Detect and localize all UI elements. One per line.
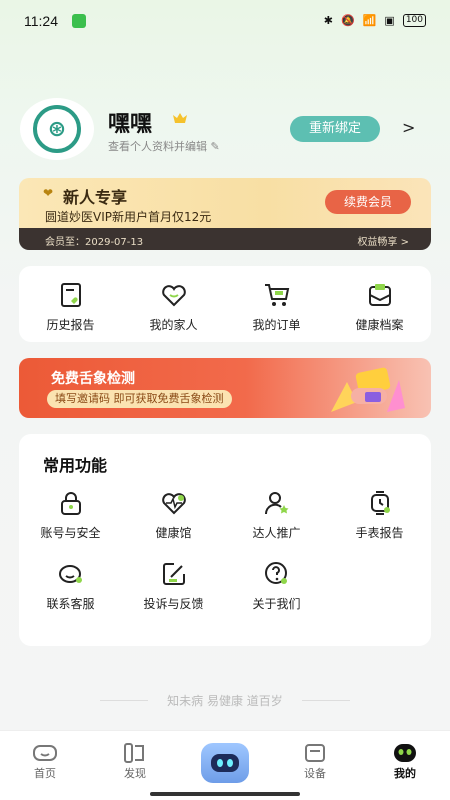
discover-icon <box>122 741 148 765</box>
quick-item-history-report[interactable]: 历史报告 <box>19 266 122 342</box>
rebind-button[interactable]: 重新绑定 <box>290 116 380 142</box>
tab-label: 首页 <box>34 767 56 780</box>
vip-badge-icon: ❤ <box>43 186 54 200</box>
quick-item-health-archive[interactable]: 健康档案 <box>328 266 431 342</box>
func-about-us[interactable]: 关于我们 <box>225 559 328 612</box>
tab-device[interactable]: 设备 <box>270 731 360 800</box>
username: 嘿嘿 <box>108 112 153 137</box>
promoter-icon <box>262 488 292 518</box>
vip-card-bottom: 会员至：2029-07-13 权益畅享 > <box>19 228 431 250</box>
chevron-right-icon[interactable]: > <box>402 118 415 137</box>
vip-card-top: ❤ 新人专享 圆道妙医VIP新用户首月仅12元 续费会员 <box>19 178 431 228</box>
device-icon <box>302 741 328 765</box>
common-functions-card: 常用功能 账号与安全 健康馆 达人推广 手表报告 联系客服 投诉与反馈 关于我们 <box>19 434 431 646</box>
functions-grid: 账号与安全 健康馆 达人推广 手表报告 联系客服 投诉与反馈 关于我们 <box>19 488 431 612</box>
tab-home[interactable]: 首页 <box>0 731 90 800</box>
quick-item-my-family[interactable]: 我的家人 <box>122 266 225 342</box>
tongue-detection-banner[interactable]: 免费舌象检测 填写邀请码 即可获取免费舌象检测 <box>19 358 431 418</box>
robot-icon <box>201 743 249 783</box>
battery-icon: 100 <box>402 14 426 27</box>
func-account-security[interactable]: 账号与安全 <box>19 488 122 541</box>
func-label: 投诉与反馈 <box>143 597 204 611</box>
health-heart-icon <box>159 488 189 518</box>
status-icons: ✱ 🔕 📶 ▣ 100 <box>324 14 426 27</box>
bluetooth-icon: ✱ <box>323 14 333 27</box>
quick-entries: 历史报告 我的家人 我的订单 健康档案 <box>19 266 431 342</box>
quick-item-my-orders[interactable]: 我的订单 <box>225 266 328 342</box>
vip-crown-icon <box>173 113 187 123</box>
vip-card[interactable]: ❤ 新人专享 圆道妙医VIP新用户首月仅12元 续费会员 会员至：2029-07… <box>19 178 431 250</box>
tab-label: 发现 <box>124 767 146 780</box>
quick-item-label: 我的订单 <box>252 318 301 332</box>
func-health-hall[interactable]: 健康馆 <box>122 488 225 541</box>
avatar[interactable]: ⊛ <box>20 98 94 160</box>
status-time: 11:24 <box>24 13 58 29</box>
func-label: 联系客服 <box>46 597 95 611</box>
lock-icon <box>56 488 86 518</box>
bottom-tab-bar: 首页 发现 设备 我的 <box>0 730 450 800</box>
wifi-icon: 📶 <box>362 14 377 27</box>
func-label: 关于我们 <box>252 597 301 611</box>
renew-vip-button[interactable]: 续费会员 <box>325 190 411 214</box>
quick-item-label: 历史报告 <box>46 318 95 332</box>
service-icon <box>56 559 86 589</box>
feedback-icon <box>159 559 189 589</box>
mute-icon: 🔕 <box>341 14 355 27</box>
heart-icon <box>159 280 189 310</box>
profile-icon <box>392 741 418 765</box>
edit-profile-link[interactable]: 查看个人资料并编辑 ✎ <box>108 138 220 154</box>
func-label: 达人推广 <box>252 526 301 540</box>
func-feedback[interactable]: 投诉与反馈 <box>122 559 225 612</box>
home-indicator <box>150 792 300 796</box>
func-label: 健康馆 <box>155 526 192 540</box>
profile-header[interactable]: ⊛ 嘿嘿 查看个人资料并编辑 ✎ 重新绑定 > <box>18 98 432 160</box>
banner-subtitle: 填写邀请码 即可获取免费舌象检测 <box>47 390 232 408</box>
logo-icon: ⊛ <box>33 105 81 153</box>
app-notification-icon <box>72 14 86 28</box>
sim-icon: ▣ <box>384 14 395 27</box>
func-label: 账号与安全 <box>40 526 101 540</box>
slogan: 知未病 易健康 道百岁 <box>167 694 283 708</box>
divider-right <box>302 700 350 701</box>
report-icon <box>56 280 86 310</box>
gift-card-icon <box>331 367 405 412</box>
tab-profile[interactable]: 我的 <box>360 731 450 800</box>
func-promoter[interactable]: 达人推广 <box>225 488 328 541</box>
func-watch-report[interactable]: 手表报告 <box>328 488 431 541</box>
watch-icon <box>365 488 395 518</box>
func-customer-service[interactable]: 联系客服 <box>19 559 122 612</box>
quick-item-label: 健康档案 <box>355 318 404 332</box>
tab-discover[interactable]: 发现 <box>90 731 180 800</box>
question-icon <box>262 559 292 589</box>
tab-robot[interactable] <box>180 731 270 800</box>
section-title: 常用功能 <box>43 456 108 475</box>
func-label: 手表报告 <box>355 526 404 540</box>
tab-label: 我的 <box>394 767 416 780</box>
home-icon <box>32 741 58 765</box>
banner-title: 免费舌象检测 <box>51 371 135 387</box>
status-bar: 11:24 ✱ 🔕 📶 ▣ 100 <box>0 0 450 44</box>
cart-icon <box>262 280 292 310</box>
tab-label: 设备 <box>304 767 326 780</box>
vip-expire-date: 会员至：2029-07-13 <box>45 237 144 248</box>
quick-item-label: 我的家人 <box>149 318 198 332</box>
vip-title: 新人专享 <box>63 188 128 207</box>
vip-rights-link[interactable]: 权益畅享 > <box>357 233 409 248</box>
vip-desc: 圆道妙医VIP新用户首月仅12元 <box>45 210 212 224</box>
archive-icon <box>365 280 395 310</box>
